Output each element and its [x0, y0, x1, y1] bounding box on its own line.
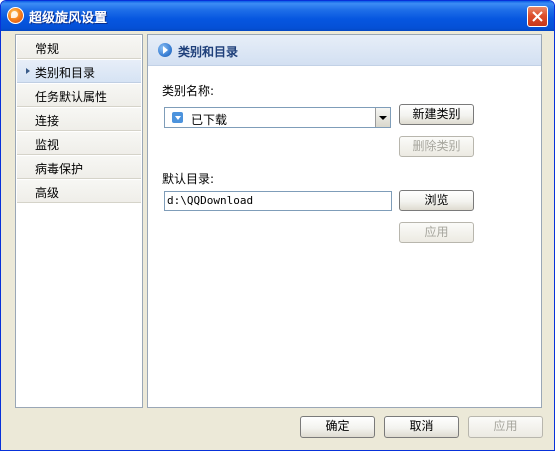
- nav-item-label: 常规: [35, 42, 60, 56]
- cancel-button[interactable]: 取消: [384, 416, 459, 438]
- section-title: 类别和目录: [178, 45, 239, 59]
- default-directory-label: 默认目录:: [162, 172, 215, 186]
- category-select[interactable]: 已下载: [164, 107, 391, 128]
- nav-item-advanced[interactable]: 高级: [17, 180, 141, 203]
- nav-item-label: 任务默认属性: [35, 90, 108, 104]
- nav-item-category-directory[interactable]: 类别和目录: [17, 60, 141, 83]
- delete-category-button[interactable]: 删除类别: [399, 136, 474, 157]
- apply-directory-button[interactable]: 应用: [399, 222, 474, 243]
- nav-item-virus-protection[interactable]: 病毒保护: [17, 156, 141, 179]
- settings-content: 类别和目录 类别名称: 已下载 新建类别 删除类别 默认目录: d:\QQDow…: [147, 34, 542, 408]
- title-bar[interactable]: 超级旋风设置: [1, 1, 554, 31]
- nav-item-monitor[interactable]: 监视: [17, 132, 141, 155]
- close-icon: [532, 11, 543, 22]
- dropdown-arrow-icon[interactable]: [375, 108, 390, 127]
- window-title: 超级旋风设置: [29, 11, 108, 26]
- nav-item-label: 高级: [35, 186, 60, 200]
- browse-button[interactable]: 浏览: [399, 190, 474, 211]
- nav-item-label: 类别和目录: [35, 66, 96, 80]
- selected-arrow-icon: [26, 68, 30, 74]
- new-category-button[interactable]: 新建类别: [399, 104, 474, 125]
- default-directory-field[interactable]: d:\QQDownload: [164, 191, 392, 211]
- category-select-value: 已下载: [191, 113, 228, 127]
- close-button[interactable]: [527, 6, 548, 27]
- nav-item-label: 病毒保护: [35, 162, 84, 176]
- category-folder-icon: [172, 112, 183, 123]
- apply-button[interactable]: 应用: [468, 416, 543, 438]
- settings-nav: 常规 类别和目录 任务默认属性 连接 监视 病毒保护 高级: [15, 34, 143, 408]
- settings-window: 超级旋风设置 常规 类别和目录 任务默认属性 连接 监视 病毒保护 高级 类别和…: [0, 0, 555, 451]
- play-circle-icon: [158, 43, 172, 57]
- nav-item-label: 连接: [35, 114, 60, 128]
- nav-item-label: 监视: [35, 138, 60, 152]
- category-name-label: 类别名称:: [162, 84, 215, 98]
- nav-item-task-defaults[interactable]: 任务默认属性: [17, 84, 141, 107]
- section-header: 类别和目录: [148, 35, 541, 66]
- nav-item-connection[interactable]: 连接: [17, 108, 141, 131]
- app-logo-icon: [7, 7, 24, 24]
- ok-button[interactable]: 确定: [300, 416, 375, 438]
- nav-item-general[interactable]: 常规: [17, 36, 141, 59]
